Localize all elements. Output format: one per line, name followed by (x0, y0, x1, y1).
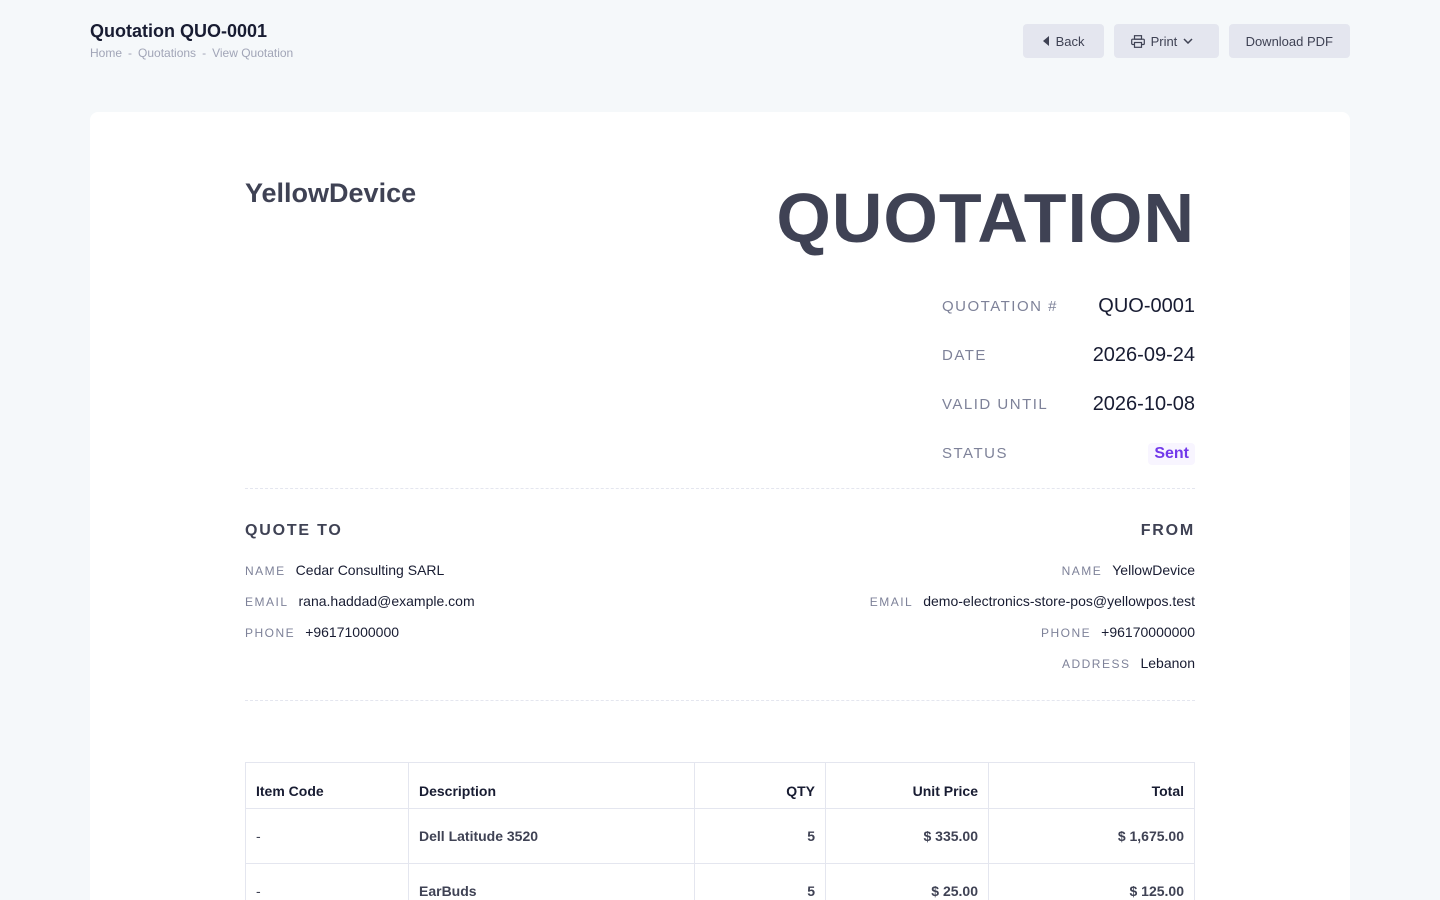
print-button-label: Print (1150, 33, 1178, 49)
quotation-meta: QUOTATION # QUO-0001 DATE 2026-09-24 VAL… (942, 282, 1195, 478)
field-label: EMAIL (245, 595, 289, 609)
item-code: - (245, 808, 409, 864)
item-description: EarBuds (408, 863, 695, 900)
company-name: YellowDevice (245, 178, 417, 208)
item-total: $ 1,675.00 (988, 808, 1195, 864)
field-label: NAME (245, 564, 286, 578)
header-actions: Back Print Download PDF (1022, 24, 1350, 58)
from-phone-row: PHONE +96170000000 (870, 624, 1195, 655)
item-description: Dell Latitude 3520 (408, 808, 695, 864)
from-name-row: NAME YellowDevice (870, 562, 1195, 593)
meta-row-number: QUOTATION # QUO-0001 (942, 282, 1195, 331)
table-row: - Dell Latitude 3520 5 $ 335.00 $ 1,675.… (245, 808, 1195, 864)
meta-row-status: STATUS Sent (942, 429, 1195, 478)
item-qty: 5 (694, 808, 826, 864)
item-code: - (245, 863, 409, 900)
back-button-label: Back (1055, 33, 1085, 49)
divider (245, 488, 1195, 489)
customer-name: Cedar Consulting SARL (295, 562, 445, 578)
column-header-total: Total (988, 762, 1195, 809)
item-unit-price: $ 25.00 (825, 863, 989, 900)
field-label: NAME (1061, 564, 1103, 578)
document-title: QUOTATION (776, 179, 1195, 257)
column-header-description: Description (408, 762, 695, 809)
table-row: - EarBuds 5 $ 25.00 $ 125.00 (245, 863, 1195, 900)
customer-email: rana.haddad@example.com (298, 593, 475, 609)
column-header-unit-price: Unit Price (825, 762, 989, 809)
quote-to-heading: QUOTE TO (245, 522, 343, 539)
quote-to-name-row: NAME Cedar Consulting SARL (245, 562, 475, 593)
seller-address: Lebanon (1140, 655, 1195, 671)
customer-phone: +96171000000 (305, 624, 400, 640)
meta-label: DATE (942, 347, 987, 364)
breadcrumb-current: View Quotation (212, 46, 294, 60)
printer-icon (1130, 34, 1145, 48)
field-label: PHONE (245, 626, 296, 640)
valid-until-date: 2026-10-08 (1092, 393, 1195, 415)
quote-to-phone-row: PHONE +96171000000 (245, 624, 475, 655)
breadcrumb-home[interactable]: Home (90, 46, 122, 60)
from-email-row: EMAIL demo-electronics-store-pos@yellowp… (870, 593, 1195, 624)
field-label: ADDRESS (1061, 657, 1131, 671)
meta-label: QUOTATION # (942, 298, 1058, 315)
item-unit-price: $ 335.00 (825, 808, 989, 864)
breadcrumb: Home - Quotations - View Quotation (90, 46, 293, 60)
status-badge: Sent (1148, 442, 1195, 465)
divider (245, 700, 1195, 701)
column-header-item-code: Item Code (245, 762, 409, 809)
item-qty: 5 (694, 863, 826, 900)
quote-to-email-row: EMAIL rana.haddad@example.com (245, 593, 475, 624)
download-pdf-button[interactable]: Download PDF (1228, 24, 1350, 58)
column-header-qty: QTY (694, 762, 826, 809)
quotation-number: QUO-0001 (1098, 295, 1195, 317)
seller-email: demo-electronics-store-pos@yellowpos.tes… (923, 593, 1195, 609)
table-header-row: Item Code Description QTY Unit Price Tot… (245, 762, 1195, 809)
from-heading: FROM (1140, 522, 1195, 539)
meta-row-date: DATE 2026-09-24 (942, 331, 1195, 380)
meta-label: VALID UNTIL (942, 396, 1049, 413)
print-button[interactable]: Print (1113, 24, 1219, 58)
field-label: EMAIL (869, 595, 914, 609)
meta-row-valid-until: VALID UNTIL 2026-10-08 (942, 380, 1195, 429)
quotation-card: YellowDevice QUOTATION QUOTATION # QUO-0… (90, 112, 1350, 900)
caret-left-icon (1042, 36, 1049, 46)
page-header: Quotation QUO-0001 Home - Quotations - V… (90, 20, 293, 60)
breadcrumb-separator: - (128, 46, 133, 60)
seller-name: YellowDevice (1112, 562, 1195, 578)
page-title: Quotation QUO-0001 (90, 21, 268, 41)
meta-label: STATUS (942, 445, 1008, 462)
breadcrumb-quotations[interactable]: Quotations (138, 46, 196, 60)
seller-phone: +96170000000 (1101, 624, 1195, 640)
quotation-date: 2026-09-24 (1092, 344, 1195, 366)
from-section: FROM NAME YellowDevice EMAIL demo-electr… (870, 522, 1195, 686)
chevron-down-icon (1183, 38, 1193, 44)
item-total: $ 125.00 (988, 863, 1195, 900)
back-button[interactable]: Back (1022, 24, 1104, 58)
from-address-row: ADDRESS Lebanon (870, 655, 1195, 686)
breadcrumb-separator: - (202, 46, 207, 60)
items-table: Item Code Description QTY Unit Price Tot… (245, 762, 1195, 900)
quote-to-section: QUOTE TO NAME Cedar Consulting SARL EMAI… (245, 522, 475, 655)
field-label: PHONE (1040, 626, 1092, 640)
